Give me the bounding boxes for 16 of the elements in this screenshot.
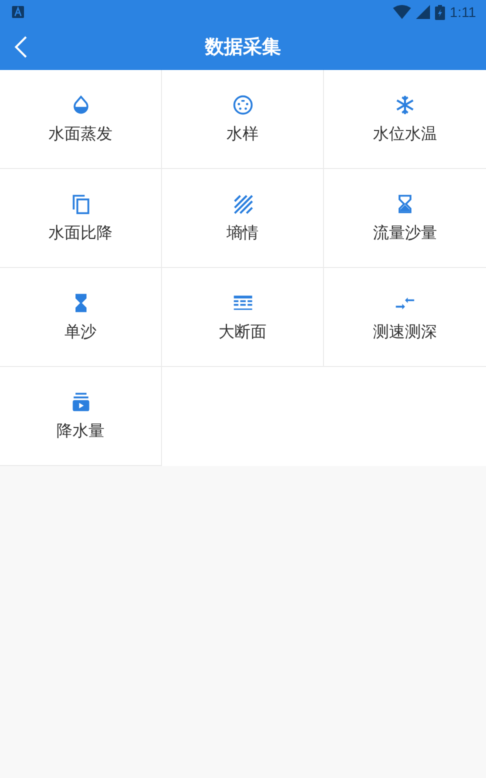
- signal-icon: [416, 5, 430, 19]
- page-title: 数据采集: [205, 35, 281, 60]
- menu-tile[interactable]: 墒情: [162, 169, 324, 268]
- battery-icon: [434, 4, 445, 20]
- dotted-circle-icon: [232, 94, 254, 116]
- menu-tile[interactable]: 大断面: [162, 268, 324, 367]
- notification-icon: [12, 6, 24, 18]
- menu-tile[interactable]: 水面比降: [0, 169, 162, 268]
- menu-tile[interactable]: 水样: [162, 70, 324, 169]
- wifi-icon: [392, 5, 411, 19]
- menu-tile[interactable]: 水面蒸发: [0, 70, 162, 169]
- hatch-icon: [232, 192, 254, 214]
- status-time: 1:11: [450, 4, 476, 20]
- snowflake-icon: [394, 94, 416, 116]
- menu-tile[interactable]: 降水量: [0, 367, 162, 466]
- menu-tile[interactable]: 单沙: [0, 268, 162, 367]
